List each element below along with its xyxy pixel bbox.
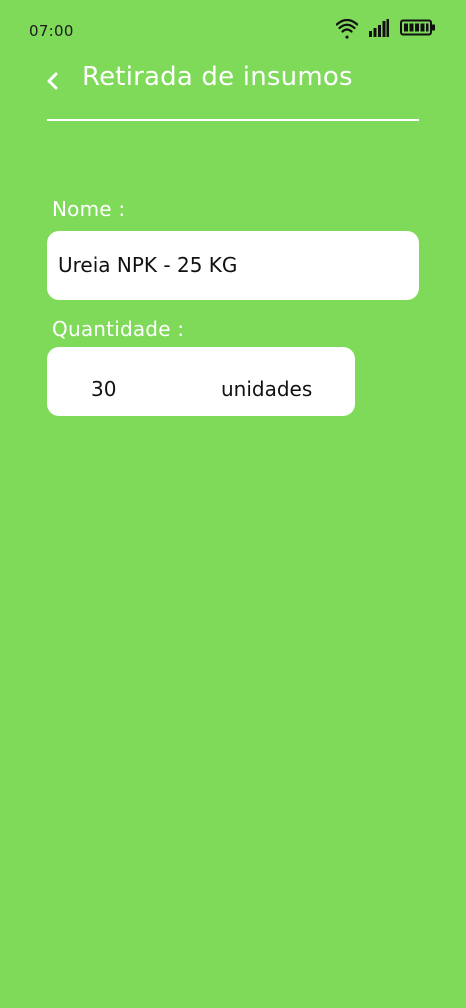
quantity-label: Quantidade : <box>52 317 185 341</box>
header-divider <box>47 119 419 121</box>
wifi-icon <box>336 19 358 39</box>
status-time: 07:00 <box>29 22 74 40</box>
quantity-unit: unidades <box>221 377 313 401</box>
chevron-left-icon <box>47 72 58 90</box>
name-field-value: Ureia NPK - 25 KG <box>58 253 238 277</box>
status-icons <box>336 19 436 41</box>
quantity-value: 30 <box>91 377 117 401</box>
status-bar: 07:00 <box>0 0 466 62</box>
name-field[interactable]: Ureia NPK - 25 KG <box>47 231 419 300</box>
back-button[interactable] <box>40 65 66 95</box>
header: Retirada de insumos <box>0 60 466 122</box>
battery-icon <box>400 19 435 36</box>
quantity-field[interactable]: 30 unidades <box>47 347 355 416</box>
cellular-signal-icon <box>369 19 389 37</box>
page-title: Retirada de insumos <box>82 62 353 92</box>
name-label: Nome : <box>52 197 126 221</box>
